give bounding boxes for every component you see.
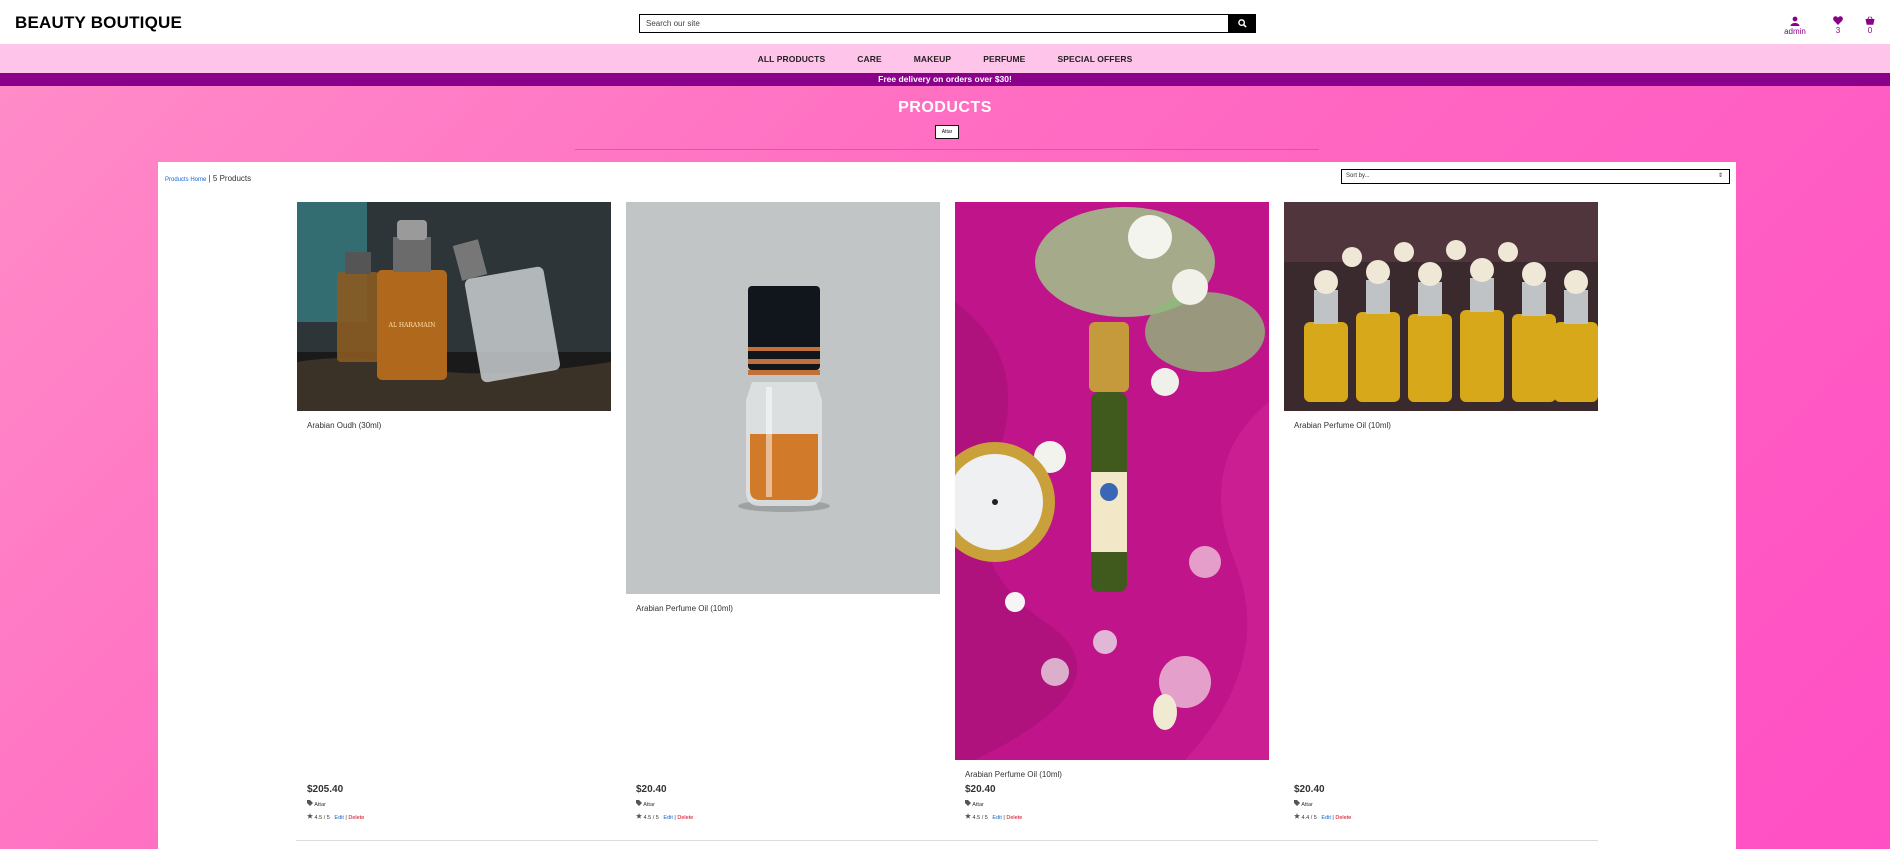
category-label: Attar bbox=[1301, 802, 1313, 808]
category-label: Attar bbox=[972, 802, 984, 808]
svg-text:AL HARAMAIN: AL HARAMAIN bbox=[388, 322, 436, 329]
product-meta: 4.4 / 5 Edit | Delete bbox=[1294, 813, 1351, 821]
delete-link[interactable]: Delete bbox=[1006, 815, 1022, 821]
main-nav: ALL PRODUCTS CARE MAKEUP PERFUME SPECIAL… bbox=[0, 44, 1890, 73]
page-title: PRODUCTS bbox=[898, 99, 992, 116]
edit-link[interactable]: Edit bbox=[992, 815, 1001, 821]
product-image[interactable] bbox=[626, 202, 940, 594]
search-button[interactable] bbox=[1229, 14, 1256, 33]
product-name[interactable]: Arabian Perfume Oil (10ml) bbox=[965, 770, 1269, 779]
tag-icon bbox=[1294, 800, 1300, 806]
product-price: $205.40 bbox=[307, 784, 344, 795]
tag-icon bbox=[636, 800, 642, 806]
search-input[interactable] bbox=[639, 14, 1229, 33]
product-rating: 4.5 / 5 bbox=[643, 815, 659, 821]
tag-icon bbox=[965, 800, 971, 806]
delete-link[interactable]: Delete bbox=[677, 815, 693, 821]
nav-special-offers[interactable]: SPECIAL OFFERS bbox=[1057, 54, 1132, 64]
product-meta: 4.5 / 5 Edit | Delete bbox=[307, 813, 364, 821]
products-section: PRODUCTS Attar Products Home | 5 Product… bbox=[0, 86, 1890, 862]
product-image[interactable] bbox=[955, 202, 1269, 760]
product-category[interactable]: Attar bbox=[1294, 800, 1313, 808]
product-image[interactable]: AL HARAMAIN bbox=[297, 202, 611, 411]
edit-link[interactable]: Edit bbox=[334, 815, 343, 821]
product-price: $20.40 bbox=[965, 784, 996, 795]
list-divider bbox=[296, 840, 1598, 841]
product-panel: Products Home | 5 Products Sort by... ⇕ bbox=[158, 162, 1736, 862]
product-category[interactable]: Attar bbox=[307, 800, 326, 808]
delivery-banner: Free delivery on orders over $30! bbox=[0, 73, 1890, 86]
edit-link[interactable]: Edit bbox=[1321, 815, 1330, 821]
sort-label: Sort by... bbox=[1346, 173, 1370, 179]
nav-perfume[interactable]: PERFUME bbox=[983, 54, 1025, 64]
product-meta: 4.5 / 5 Edit | Delete bbox=[965, 813, 1022, 821]
product-price: $20.40 bbox=[1294, 784, 1325, 795]
user-icon bbox=[1790, 16, 1800, 26]
product-card[interactable]: Arabian Perfume Oil (10ml) $20.40 Attar … bbox=[955, 202, 1269, 852]
breadcrumb: Products Home | 5 Products bbox=[165, 174, 251, 183]
wishlist-link[interactable]: 3 bbox=[1832, 16, 1844, 36]
delete-link[interactable]: Delete bbox=[1335, 815, 1351, 821]
product-name[interactable]: Arabian Oudh (30ml) bbox=[307, 421, 611, 430]
top-header: BEAUTY BOUTIQUE admin 3 bbox=[0, 0, 1890, 44]
site-logo[interactable]: BEAUTY BOUTIQUE bbox=[15, 13, 182, 33]
product-name[interactable]: Arabian Perfume Oil (10ml) bbox=[636, 604, 940, 613]
title-divider bbox=[575, 149, 1319, 150]
product-name[interactable]: Arabian Perfume Oil (10ml) bbox=[1294, 421, 1598, 430]
account-label: admin bbox=[1784, 27, 1806, 36]
star-icon bbox=[636, 813, 642, 819]
product-image[interactable] bbox=[1284, 202, 1598, 411]
product-category[interactable]: Attar bbox=[636, 800, 655, 808]
product-card[interactable]: Arabian Perfume Oil (10ml) $20.40 Attar … bbox=[1284, 202, 1598, 852]
product-rating: 4.5 / 5 bbox=[972, 815, 988, 821]
category-label: Attar bbox=[314, 802, 326, 808]
star-icon bbox=[307, 813, 313, 819]
sort-select[interactable]: Sort by... ⇕ bbox=[1341, 169, 1730, 184]
nav-care[interactable]: CARE bbox=[857, 54, 882, 64]
bag-count: 0 bbox=[1867, 26, 1873, 35]
product-price: $20.40 bbox=[636, 784, 667, 795]
product-card[interactable]: Arabian Perfume Oil (10ml) $20.40 Attar … bbox=[626, 202, 940, 852]
tag-icon bbox=[307, 800, 313, 806]
star-icon bbox=[965, 813, 971, 819]
heart-icon bbox=[1833, 16, 1843, 25]
user-nav: admin 3 0 bbox=[1780, 16, 1876, 36]
edit-link[interactable]: Edit bbox=[663, 815, 672, 821]
product-card[interactable]: AL HARAMAIN Arabian Oudh (30ml) $205.40 … bbox=[297, 202, 611, 852]
sort-arrows-icon: ⇕ bbox=[1717, 173, 1723, 179]
nav-all-products[interactable]: ALL PRODUCTS bbox=[758, 54, 826, 64]
product-rating: 4.5 / 5 bbox=[314, 815, 330, 821]
product-count: 5 Products bbox=[212, 174, 252, 183]
search-icon bbox=[1238, 19, 1247, 28]
category-chip[interactable]: Attar bbox=[935, 125, 959, 139]
star-icon bbox=[1294, 813, 1300, 819]
product-meta: 4.5 / 5 Edit | Delete bbox=[636, 813, 693, 821]
category-label: Attar bbox=[643, 802, 655, 808]
search-form bbox=[639, 14, 1256, 33]
product-category[interactable]: Attar bbox=[965, 800, 984, 808]
breadcrumb-products-home[interactable]: Products Home bbox=[165, 177, 206, 183]
bag-link[interactable]: 0 bbox=[1864, 16, 1876, 36]
nav-makeup[interactable]: MAKEUP bbox=[914, 54, 951, 64]
wishlist-count: 3 bbox=[1835, 26, 1841, 35]
delete-link[interactable]: Delete bbox=[348, 815, 364, 821]
product-rating: 4.4 / 5 bbox=[1301, 815, 1317, 821]
account-link[interactable]: admin bbox=[1780, 16, 1810, 36]
shopping-bag-icon bbox=[1865, 16, 1875, 25]
